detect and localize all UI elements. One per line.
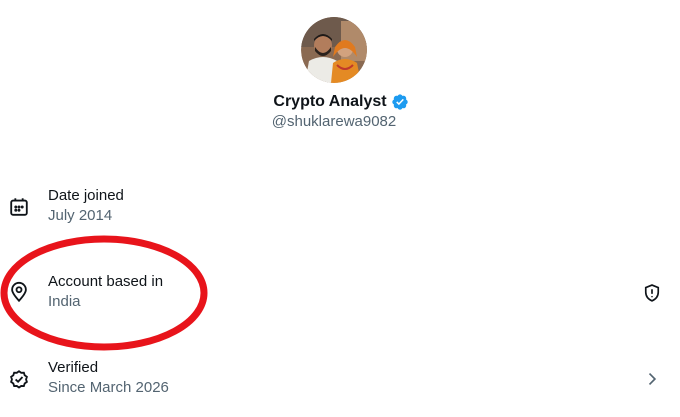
verified-label: Verified — [48, 359, 99, 376]
verified-value: Since March 2026 — [48, 379, 169, 396]
verified-check-icon — [8, 368, 30, 390]
avatar[interactable] — [301, 17, 367, 83]
shield-alert-icon[interactable] — [642, 283, 662, 303]
account-based-in-row[interactable]: Account based in India — [0, 271, 680, 321]
date-joined-label: Date joined — [48, 187, 124, 204]
avatar-image — [301, 17, 367, 83]
verified-row[interactable]: Verified Since March 2026 — [0, 357, 680, 407]
calendar-icon — [8, 196, 30, 218]
account-info-page: Crypto Analyst @shuklarewa9082 Date join… — [0, 0, 680, 417]
username-handle: @shuklarewa9082 — [271, 113, 397, 130]
date-joined-row: Date joined July 2014 — [0, 185, 680, 235]
verified-badge-icon — [391, 93, 409, 111]
chevron-right-icon[interactable] — [642, 369, 662, 389]
account-based-in-value: India — [48, 293, 81, 310]
account-based-in-label: Account based in — [48, 273, 164, 290]
profile-name-row: Crypto Analyst — [0, 91, 680, 113]
display-name[interactable]: Crypto Analyst — [273, 93, 386, 111]
date-joined-value: July 2014 — [48, 207, 113, 224]
location-pin-icon — [8, 281, 30, 303]
